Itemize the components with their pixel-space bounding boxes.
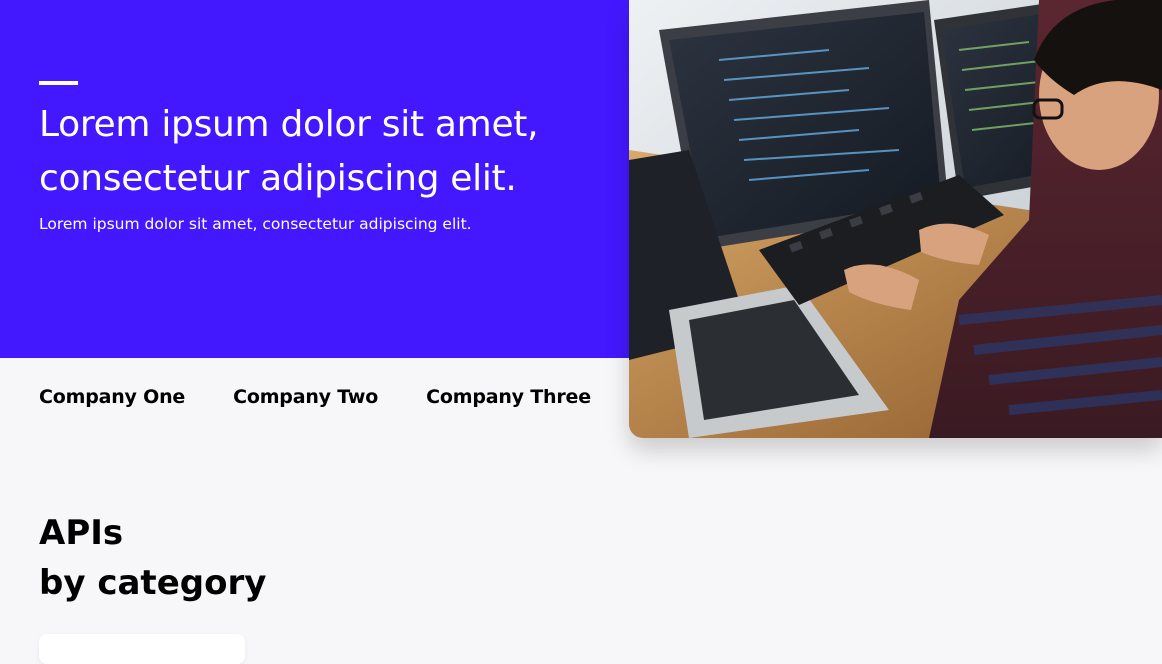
- hero-title: Lorem ipsum dolor sit amet, consectetur …: [39, 98, 609, 206]
- company-logos: Company One Company Two Company Three: [39, 386, 639, 408]
- company-logo-one: Company One: [39, 386, 186, 408]
- category-card[interactable]: [39, 634, 245, 664]
- hero-title-line-2: consectetur adipiscing elit.: [39, 158, 517, 199]
- apis-title-line-2: by category: [39, 563, 267, 603]
- hero-accent-rule: [39, 81, 78, 85]
- hero-title-line-1: Lorem ipsum dolor sit amet,: [39, 104, 539, 145]
- hero-banner: Lorem ipsum dolor sit amet, consectetur …: [0, 0, 629, 358]
- apis-section-title: APIs by category: [39, 508, 266, 608]
- developer-at-computers-photo-icon: [629, 0, 1162, 438]
- hero-image: [629, 0, 1162, 438]
- company-logo-three: Company Three: [426, 386, 591, 408]
- hero-subtitle: Lorem ipsum dolor sit amet, consectetur …: [39, 215, 472, 233]
- company-logo-two: Company Two: [233, 386, 379, 408]
- apis-title-line-1: APIs: [39, 513, 124, 553]
